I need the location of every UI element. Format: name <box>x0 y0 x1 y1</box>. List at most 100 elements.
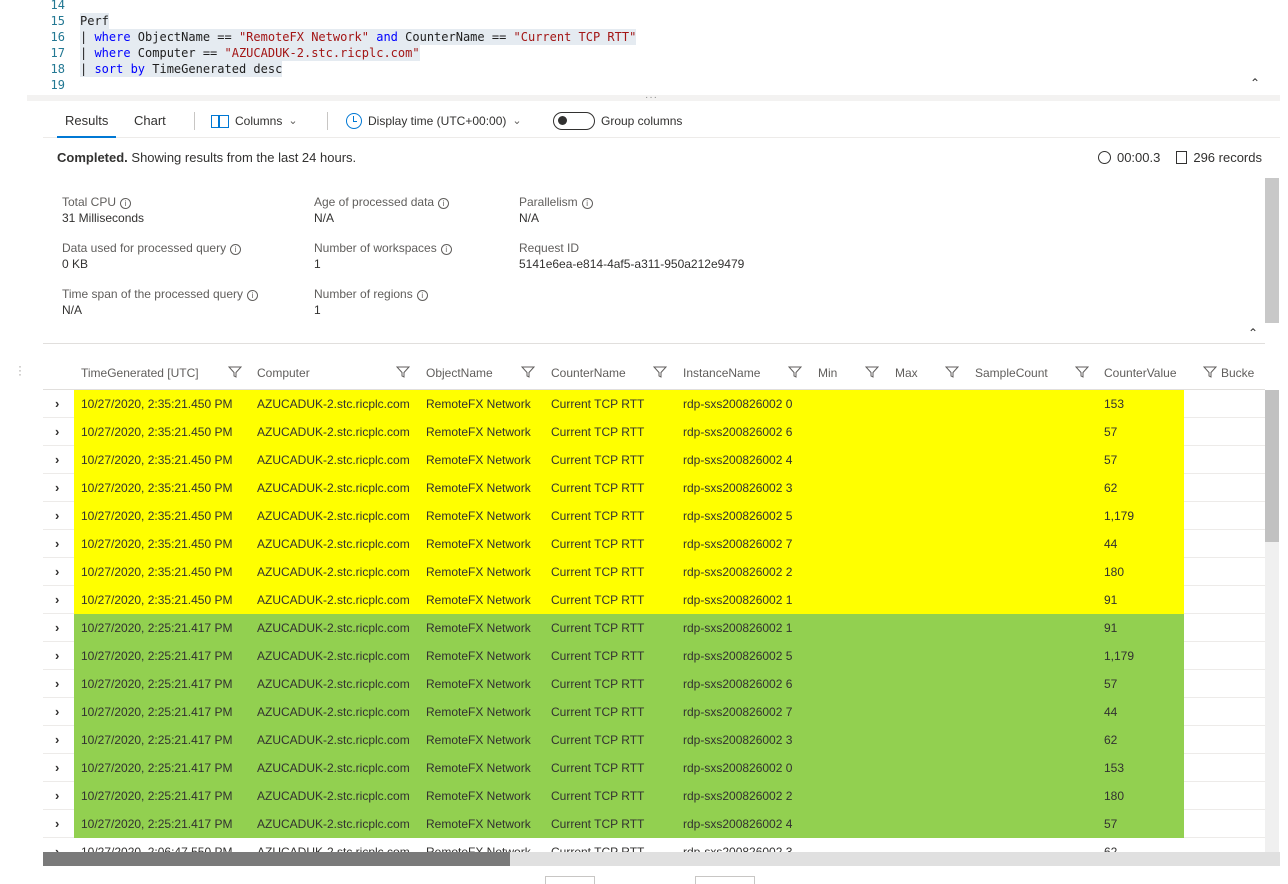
toggle-switch[interactable] <box>553 112 595 130</box>
chevron-right-icon[interactable]: › <box>55 480 59 495</box>
group-columns-toggle[interactable]: Group columns <box>553 104 682 138</box>
chevron-right-icon[interactable]: › <box>55 508 59 523</box>
scrollbar-thumb[interactable] <box>43 852 510 866</box>
splitter-handle-icon[interactable]: ··· <box>645 92 658 103</box>
table-row[interactable]: › 10/27/2020, 2:35:21.450 PM AZUCADUK-2.st… <box>43 586 1265 614</box>
info-icon[interactable]: i <box>120 198 132 209</box>
line-number: 16 <box>50 30 65 44</box>
column-header[interactable]: SampleCount <box>975 366 1048 380</box>
table-row[interactable]: › 10/27/2020, 2:25:21.417 PM AZUCADUK-2.st… <box>43 614 1265 642</box>
info-icon[interactable]: i <box>438 198 450 209</box>
filter-icon[interactable] <box>1203 365 1217 379</box>
collapse-stats-icon[interactable]: ⌃ <box>1248 326 1258 340</box>
column-header[interactable]: Computer <box>257 366 310 380</box>
table-row[interactable]: › 10/27/2020, 2:35:21.450 PM AZUCADUK-2.st… <box>43 474 1265 502</box>
info-icon[interactable]: i <box>440 244 452 255</box>
cell-counter: Current TCP RTT <box>551 537 645 551</box>
filter-icon[interactable] <box>396 365 410 379</box>
drag-handle-icon[interactable]: · · · <box>18 360 24 380</box>
table-row[interactable]: › 10/27/2020, 2:06:47.550 PM AZUCADUK-2.st… <box>43 838 1265 852</box>
line-number: 18 <box>50 62 65 76</box>
cell-counter: Current TCP RTT <box>551 817 645 831</box>
table-row[interactable]: › 10/27/2020, 2:35:21.450 PM AZUCADUK-2.st… <box>43 418 1265 446</box>
table-row[interactable]: › 10/27/2020, 2:25:21.417 PM AZUCADUK-2.st… <box>43 782 1265 810</box>
filter-icon[interactable] <box>653 365 667 379</box>
chevron-right-icon[interactable]: › <box>55 760 59 775</box>
chevron-right-icon[interactable]: › <box>55 396 59 411</box>
chevron-right-icon[interactable]: › <box>55 704 59 719</box>
table-row[interactable]: › 10/27/2020, 2:35:21.450 PM AZUCADUK-2.st… <box>43 530 1265 558</box>
collapse-editor-icon[interactable]: ⌃ <box>1250 76 1260 90</box>
chevron-right-icon[interactable]: › <box>55 620 59 635</box>
cell-object: RemoteFX Network <box>426 453 531 467</box>
column-header[interactable]: Min <box>818 366 837 380</box>
cell-time: 10/27/2020, 2:25:21.417 PM <box>81 817 233 831</box>
chevron-right-icon[interactable]: › <box>55 844 59 852</box>
chevron-right-icon[interactable]: › <box>55 816 59 831</box>
chevron-right-icon[interactable]: › <box>55 564 59 579</box>
cell-value: 57 <box>1104 425 1118 439</box>
column-header[interactable]: Max <box>895 366 918 380</box>
filter-icon[interactable] <box>788 365 802 379</box>
cell-time: 10/27/2020, 2:35:21.450 PM <box>81 509 233 523</box>
filter-icon[interactable] <box>228 365 242 379</box>
records-icon <box>1176 151 1188 164</box>
info-icon[interactable]: i <box>230 244 242 255</box>
display-time-button[interactable]: Display time (UTC+00:00) ⌄ <box>346 104 522 138</box>
chevron-right-icon[interactable]: › <box>55 788 59 803</box>
pager-control[interactable] <box>545 876 595 884</box>
cell-object: RemoteFX Network <box>426 705 531 719</box>
column-header[interactable]: Bucke <box>1221 366 1254 380</box>
filter-icon[interactable] <box>945 365 959 379</box>
chevron-right-icon[interactable]: › <box>55 732 59 747</box>
chevron-right-icon[interactable]: › <box>55 648 59 663</box>
query-editor[interactable]: 14 15 Perf 16 | where ObjectName == "RemoteF… <box>27 0 1280 96</box>
table-row[interactable]: › 10/27/2020, 2:25:21.417 PM AZUCADUK-2.st… <box>43 810 1265 838</box>
cell-object: RemoteFX Network <box>426 761 531 775</box>
filter-icon[interactable] <box>521 365 535 379</box>
column-header[interactable]: InstanceName <box>683 366 760 380</box>
cell-counter: Current TCP RTT <box>551 733 645 747</box>
column-header[interactable]: CounterName <box>551 366 626 380</box>
cell-counter: Current TCP RTT <box>551 649 645 663</box>
table-row[interactable]: › 10/27/2020, 2:25:21.417 PM AZUCADUK-2.st… <box>43 642 1265 670</box>
column-header[interactable]: CounterValue <box>1104 366 1177 380</box>
horizontal-scrollbar[interactable] <box>43 852 1280 866</box>
table-row[interactable]: › 10/27/2020, 2:35:21.450 PM AZUCADUK-2.st… <box>43 502 1265 530</box>
filter-icon[interactable] <box>865 365 879 379</box>
chevron-right-icon[interactable]: › <box>55 676 59 691</box>
cell-object: RemoteFX Network <box>426 425 531 439</box>
vertical-scrollbar[interactable] <box>1265 390 1279 852</box>
tab-chart[interactable]: Chart <box>134 104 166 138</box>
columns-button[interactable]: Columns ⌄ <box>211 104 298 138</box>
info-icon[interactable]: i <box>246 290 258 301</box>
cell-instance: rdp-sxs200826002 5 <box>683 649 793 663</box>
cell-instance: rdp-sxs200826002 6 <box>683 425 793 439</box>
table-row[interactable]: › 10/27/2020, 2:35:21.450 PM AZUCADUK-2.st… <box>43 390 1265 418</box>
cell-instance: rdp-sxs200826002 2 <box>683 565 793 579</box>
chevron-right-icon[interactable]: › <box>55 452 59 467</box>
table-row[interactable]: › 10/27/2020, 2:35:21.450 PM AZUCADUK-2.st… <box>43 446 1265 474</box>
column-header[interactable]: ObjectName <box>426 366 493 380</box>
chevron-right-icon[interactable]: › <box>55 424 59 439</box>
pager-control[interactable] <box>695 876 755 884</box>
table-row[interactable]: › 10/27/2020, 2:35:21.450 PM AZUCADUK-2.st… <box>43 558 1265 586</box>
table-row[interactable]: › 10/27/2020, 2:25:21.417 PM AZUCADUK-2.st… <box>43 698 1265 726</box>
filter-icon[interactable] <box>1075 365 1089 379</box>
info-icon[interactable]: i <box>581 198 593 209</box>
column-header[interactable]: TimeGenerated [UTC] <box>81 366 199 380</box>
scrollbar-thumb[interactable] <box>1265 390 1279 542</box>
code-text: | where Computer == "AZUCADUK-2.stc.ricp… <box>80 45 420 61</box>
chevron-right-icon[interactable]: › <box>55 536 59 551</box>
chevron-right-icon[interactable]: › <box>55 592 59 607</box>
stats-scrollbar[interactable] <box>1265 178 1279 323</box>
table-row[interactable]: › 10/27/2020, 2:25:21.417 PM AZUCADUK-2.st… <box>43 670 1265 698</box>
tab-results[interactable]: Results <box>57 104 117 138</box>
info-icon[interactable]: i <box>416 290 428 301</box>
cell-instance: rdp-sxs200826002 0 <box>683 761 793 775</box>
cell-computer: AZUCADUK-2.stc.ricplc.com <box>257 677 410 691</box>
table-row[interactable]: › 10/27/2020, 2:25:21.417 PM AZUCADUK-2.st… <box>43 754 1265 782</box>
table-row[interactable]: › 10/27/2020, 2:25:21.417 PM AZUCADUK-2.st… <box>43 726 1265 754</box>
stat-workspaces: Number of workspaces i 1 <box>314 241 452 271</box>
cell-instance: rdp-sxs200826002 4 <box>683 817 793 831</box>
